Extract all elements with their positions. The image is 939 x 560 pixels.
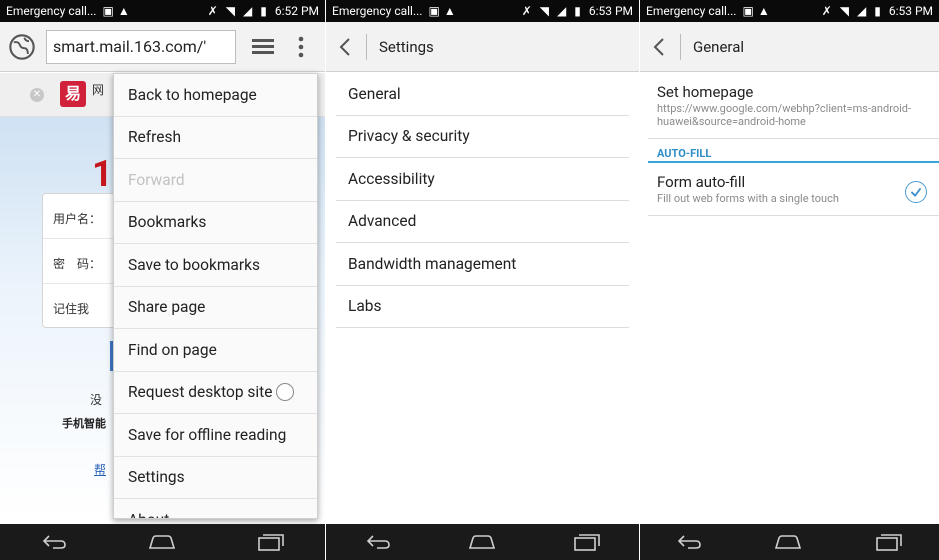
- menu-item-bookmarks[interactable]: Bookmarks: [114, 202, 317, 244]
- menu-item-refresh[interactable]: Refresh: [114, 117, 317, 159]
- wifi-icon: ◥: [225, 4, 235, 18]
- mail-logo: 1: [92, 153, 113, 195]
- chevron-left-icon[interactable]: [648, 35, 672, 59]
- warning-icon: ▲: [757, 4, 770, 18]
- system-nav-bar: [326, 524, 639, 560]
- wifi-icon: ◥: [839, 4, 849, 18]
- back-icon[interactable]: [41, 534, 67, 550]
- battery-icon: ▮: [260, 4, 267, 18]
- signal-icon: ◢: [242, 4, 253, 18]
- back-icon[interactable]: [365, 534, 391, 550]
- homepage-url: https://www.google.com/webhp?client=ms-a…: [657, 102, 912, 128]
- settings-list: General Privacy & security Accessibility…: [336, 73, 629, 328]
- general-list: Set homepage https://www.google.com/webh…: [648, 73, 939, 216]
- system-nav-bar: [640, 524, 939, 560]
- recent-apps-icon[interactable]: [257, 533, 285, 551]
- mute-icon: ✗: [821, 4, 832, 18]
- url-input[interactable]: smart.mail.163.com/': [46, 29, 236, 64]
- screenshot-icon: ▣: [102, 4, 114, 18]
- tabs-icon[interactable]: [252, 38, 274, 55]
- signal-icon: ◢: [556, 4, 567, 18]
- warning-icon: ▲: [443, 4, 456, 18]
- page-text: 没: [90, 393, 103, 407]
- settings-item-privacy[interactable]: Privacy & security: [336, 116, 629, 158]
- status-bar: Emergency call... ▣ ▲ ✗ ◥ ◢ ▮ 6:53 PM: [326, 0, 639, 22]
- desktop-site-radio[interactable]: [276, 383, 295, 402]
- mute-icon: ✗: [521, 4, 532, 18]
- action-bar: Settings: [326, 22, 639, 72]
- page-title: Settings: [379, 37, 434, 56]
- page-promo-text: 手机智能: [62, 417, 106, 430]
- clock: 6:52 PM: [274, 4, 319, 18]
- general-screen: Emergency call... ▣ ▲ ✗ ◥ ◢ ▮ 6:53 PM Ge…: [640, 0, 939, 560]
- signal-icon: ◢: [856, 4, 867, 18]
- screenshot-icon: ▣: [428, 4, 440, 18]
- carrier-text: Emergency call...: [646, 4, 737, 18]
- form-autofill-checkbox[interactable]: [905, 181, 927, 203]
- settings-item-accessibility[interactable]: Accessibility: [336, 158, 629, 201]
- site-logo: 易: [60, 81, 86, 107]
- home-icon[interactable]: [468, 534, 496, 550]
- warning-icon: ▲: [117, 4, 130, 18]
- page-title: General: [693, 37, 745, 56]
- password-label: 密 码：: [53, 257, 102, 271]
- menu-item-settings[interactable]: Settings: [114, 457, 317, 499]
- chevron-left-icon[interactable]: [334, 35, 358, 59]
- menu-item-back-to-homepage[interactable]: Back to homepage: [114, 74, 317, 117]
- globe-icon[interactable]: [8, 33, 36, 61]
- form-autofill-title: Form auto-fill: [657, 173, 746, 191]
- back-icon[interactable]: [676, 534, 702, 550]
- clock: 6:53 PM: [888, 4, 933, 18]
- remember-label: 记住我: [53, 302, 90, 316]
- carrier-text: Emergency call...: [332, 4, 423, 18]
- wifi-icon: ◥: [539, 4, 549, 18]
- set-homepage-title: Set homepage: [657, 83, 754, 101]
- settings-item-bandwidth[interactable]: Bandwidth management: [336, 243, 629, 286]
- form-autofill-item[interactable]: Form auto-fill Fill out web forms with a…: [648, 163, 939, 216]
- autofill-section-header: AUTO-FILL: [648, 139, 939, 163]
- battery-icon: ▮: [874, 4, 881, 18]
- menu-item-forward: Forward: [114, 159, 317, 202]
- url-toolbar: smart.mail.163.com/': [0, 22, 325, 72]
- username-label: 用户名：: [53, 212, 102, 226]
- carrier-text: Emergency call...: [6, 4, 97, 18]
- menu-item-save-to-bookmarks[interactable]: Save to bookmarks: [114, 244, 317, 287]
- divider: [680, 33, 681, 60]
- screenshot-icon: ▣: [742, 4, 754, 18]
- status-bar: Emergency call... ▣ ▲ ✗ ◥ ◢ ▮ 6:52 PM: [0, 0, 325, 22]
- divider: [366, 33, 367, 60]
- action-bar: General: [640, 22, 939, 72]
- settings-item-advanced[interactable]: Advanced: [336, 201, 629, 243]
- menu-item-label: Request desktop site: [128, 383, 273, 402]
- close-icon[interactable]: ✕: [30, 88, 44, 102]
- battery-icon: ▮: [574, 4, 581, 18]
- recent-apps-icon[interactable]: [875, 533, 903, 551]
- form-autofill-subtitle: Fill out web forms with a single touch: [657, 192, 839, 205]
- mute-icon: ✗: [207, 4, 218, 18]
- menu-item-save-offline[interactable]: Save for offline reading: [114, 414, 317, 457]
- overflow-menu: Back to homepage Refresh Forward Bookmar…: [113, 73, 318, 519]
- recent-apps-icon[interactable]: [573, 533, 601, 551]
- settings-item-labs[interactable]: Labs: [336, 286, 629, 328]
- set-homepage-item[interactable]: Set homepage https://www.google.com/webh…: [648, 73, 939, 139]
- menu-item-request-desktop-site[interactable]: Request desktop site: [114, 372, 317, 414]
- menu-item-share-page[interactable]: Share page: [114, 287, 317, 329]
- menu-item-about[interactable]: About: [114, 499, 317, 518]
- help-link[interactable]: 帮: [94, 461, 106, 478]
- clock: 6:53 PM: [588, 4, 633, 18]
- browser-screen: Emergency call... ▣ ▲ ✗ ◥ ◢ ▮ 6:52 PM sm…: [0, 0, 325, 560]
- tab-title[interactable]: 网: [92, 81, 104, 98]
- home-icon[interactable]: [148, 534, 176, 550]
- settings-screen: Emergency call... ▣ ▲ ✗ ◥ ◢ ▮ 6:53 PM Se…: [326, 0, 639, 560]
- system-nav-bar: [0, 524, 325, 560]
- menu-item-find-on-page[interactable]: Find on page: [114, 329, 317, 372]
- overflow-menu-icon[interactable]: [298, 36, 304, 58]
- home-icon[interactable]: [774, 534, 802, 550]
- status-bar: Emergency call... ▣ ▲ ✗ ◥ ◢ ▮ 6:53 PM: [640, 0, 939, 22]
- settings-item-general[interactable]: General: [336, 73, 629, 116]
